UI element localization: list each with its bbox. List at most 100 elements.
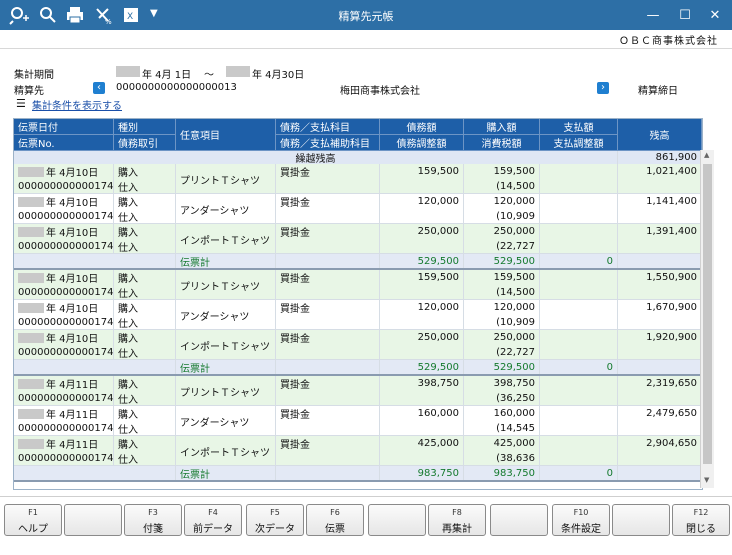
partner-code: 0000000000000000013 bbox=[116, 82, 237, 93]
subtotal-label: 伝票計 bbox=[176, 466, 276, 480]
purchase-amount: 398,750 bbox=[464, 376, 540, 391]
fkey-button-4[interactable]: F4 前データ bbox=[184, 504, 242, 536]
minimize-icon[interactable]: — bbox=[640, 4, 666, 26]
divider bbox=[0, 496, 732, 497]
fkey-label: 付箋 bbox=[143, 524, 163, 535]
kind: 購入 bbox=[114, 436, 176, 451]
slip-number: 000000000000174 bbox=[14, 315, 114, 330]
vertical-scrollbar[interactable]: ▲ ▼ bbox=[700, 150, 714, 488]
optional-item: インポートＴシャツ bbox=[176, 436, 276, 466]
show-conditions-link[interactable]: 集計条件を表示する bbox=[32, 97, 122, 112]
fkey-button-8[interactable]: F8 再集計 bbox=[428, 504, 486, 536]
scroll-up-icon[interactable]: ▲ bbox=[704, 151, 709, 159]
slip-number: 000000000000174 bbox=[14, 239, 114, 254]
masked-year bbox=[18, 272, 44, 283]
subtotal-blank bbox=[618, 360, 702, 374]
subtotal-blank bbox=[618, 466, 702, 480]
debt-account: 買掛金 bbox=[276, 194, 380, 209]
col-header-pay2: 支払調整額 bbox=[540, 135, 618, 151]
payment-amount bbox=[540, 436, 618, 451]
partner-label: 精算先 bbox=[14, 86, 44, 97]
zoom-icon[interactable] bbox=[36, 4, 58, 26]
col-header-debt2: 債務調整額 bbox=[380, 135, 464, 151]
fkey-button-9[interactable] bbox=[490, 504, 548, 536]
fkey-button-6[interactable]: F6 伝票 bbox=[306, 504, 364, 536]
slip-date-text: 年 4月10日 bbox=[46, 168, 99, 179]
subtotal-payment: 0 bbox=[540, 254, 618, 268]
slip-date-text: 年 4月10日 bbox=[46, 198, 99, 209]
col-header-item: 任意項目 bbox=[176, 119, 276, 151]
scroll-down-icon[interactable]: ▼ bbox=[704, 476, 709, 484]
debt-adjustment bbox=[380, 179, 464, 194]
debt-transaction: 仕入 bbox=[114, 391, 176, 406]
masked-year bbox=[18, 302, 44, 313]
tools-icon[interactable]: % bbox=[92, 4, 114, 26]
col-header-slip: 伝票No. bbox=[14, 135, 114, 151]
balance-blank bbox=[618, 239, 702, 254]
purchase-amount: 160,000 bbox=[464, 406, 540, 421]
fkey-code bbox=[613, 508, 669, 518]
debt-transaction: 仕入 bbox=[114, 285, 176, 300]
payment-adjustment bbox=[540, 345, 618, 360]
debt-sub-account bbox=[276, 391, 380, 406]
optional-item: アンダーシャツ bbox=[176, 300, 276, 330]
balance-blank bbox=[618, 209, 702, 224]
fkey-button-12[interactable]: F12 閉じる bbox=[672, 504, 730, 536]
slip-date-text: 年 4月10日 bbox=[46, 228, 99, 239]
excel-icon[interactable]: X bbox=[120, 4, 142, 26]
masked-year bbox=[18, 332, 44, 343]
slip-number: 000000000000174 bbox=[14, 285, 114, 300]
debt-account: 買掛金 bbox=[276, 270, 380, 285]
fkey-button-1[interactable]: F1 ヘルプ bbox=[4, 504, 62, 536]
balance: 1,670,900 bbox=[618, 300, 702, 315]
consumption-tax: (14,500 bbox=[464, 179, 540, 194]
slip-date: 年 4月10日 bbox=[14, 194, 114, 209]
col-header-debt: 債務額 bbox=[380, 119, 464, 135]
debt-amount: 120,000 bbox=[380, 194, 464, 209]
printer-icon[interactable] bbox=[64, 4, 86, 26]
debt-amount: 160,000 bbox=[380, 406, 464, 421]
period-separator: ～ bbox=[204, 70, 214, 81]
period-end: 年 4月30日 bbox=[252, 70, 305, 81]
debt-sub-account bbox=[276, 285, 380, 300]
next-partner-button[interactable]: › bbox=[597, 82, 609, 94]
fkey-button-10[interactable]: F10 条件設定 bbox=[552, 504, 610, 536]
scroll-thumb[interactable] bbox=[703, 164, 712, 464]
dropdown-icon[interactable]: ▼ bbox=[150, 8, 172, 30]
maximize-icon[interactable]: ☐ bbox=[672, 4, 698, 26]
balance-blank bbox=[618, 315, 702, 330]
slip-date-text: 年 4月10日 bbox=[46, 334, 99, 345]
fkey-button-11[interactable] bbox=[612, 504, 670, 536]
fkey-label: 次データ bbox=[255, 524, 295, 535]
close-icon[interactable]: ✕ bbox=[702, 4, 728, 26]
svg-text:%: % bbox=[105, 18, 112, 26]
consumption-tax: (22,727 bbox=[464, 345, 540, 360]
period-start: 年 4月 1日 bbox=[142, 70, 192, 81]
debt-sub-account bbox=[276, 179, 380, 194]
col-header-acct: 債務／支払科目 bbox=[276, 119, 380, 135]
fkey-button-5[interactable]: F5 次データ bbox=[246, 504, 304, 536]
fkey-code: F12 bbox=[693, 508, 709, 517]
slip-number: 000000000000174 bbox=[14, 179, 114, 194]
debt-sub-account bbox=[276, 451, 380, 466]
subtotal-debt: 529,500 bbox=[380, 360, 464, 374]
fkey-code: F6 bbox=[330, 508, 340, 517]
col-header-date: 伝票日付 bbox=[14, 119, 114, 135]
optional-item: インポートＴシャツ bbox=[176, 330, 276, 360]
search-plus-icon[interactable] bbox=[8, 4, 30, 26]
subtotal-label: 伝票計 bbox=[176, 254, 276, 268]
payment-adjustment bbox=[540, 315, 618, 330]
prev-partner-button[interactable]: ‹ bbox=[93, 82, 105, 94]
masked-year bbox=[18, 166, 44, 177]
slip-date: 年 4月10日 bbox=[14, 164, 114, 179]
fkey-button-3[interactable]: F3 付箋 bbox=[124, 504, 182, 536]
balance: 2,319,650 bbox=[618, 376, 702, 391]
closing-label: 精算締日 bbox=[638, 86, 678, 97]
slip-date-text: 年 4月11日 bbox=[46, 410, 99, 421]
optional-item: プリントＴシャツ bbox=[176, 376, 276, 406]
debt-account: 買掛金 bbox=[276, 224, 380, 239]
slip-number: 000000000000174 bbox=[14, 345, 114, 360]
consumption-tax: (22,727 bbox=[464, 239, 540, 254]
fkey-button-7[interactable] bbox=[368, 504, 426, 536]
fkey-button-2[interactable] bbox=[64, 504, 122, 536]
